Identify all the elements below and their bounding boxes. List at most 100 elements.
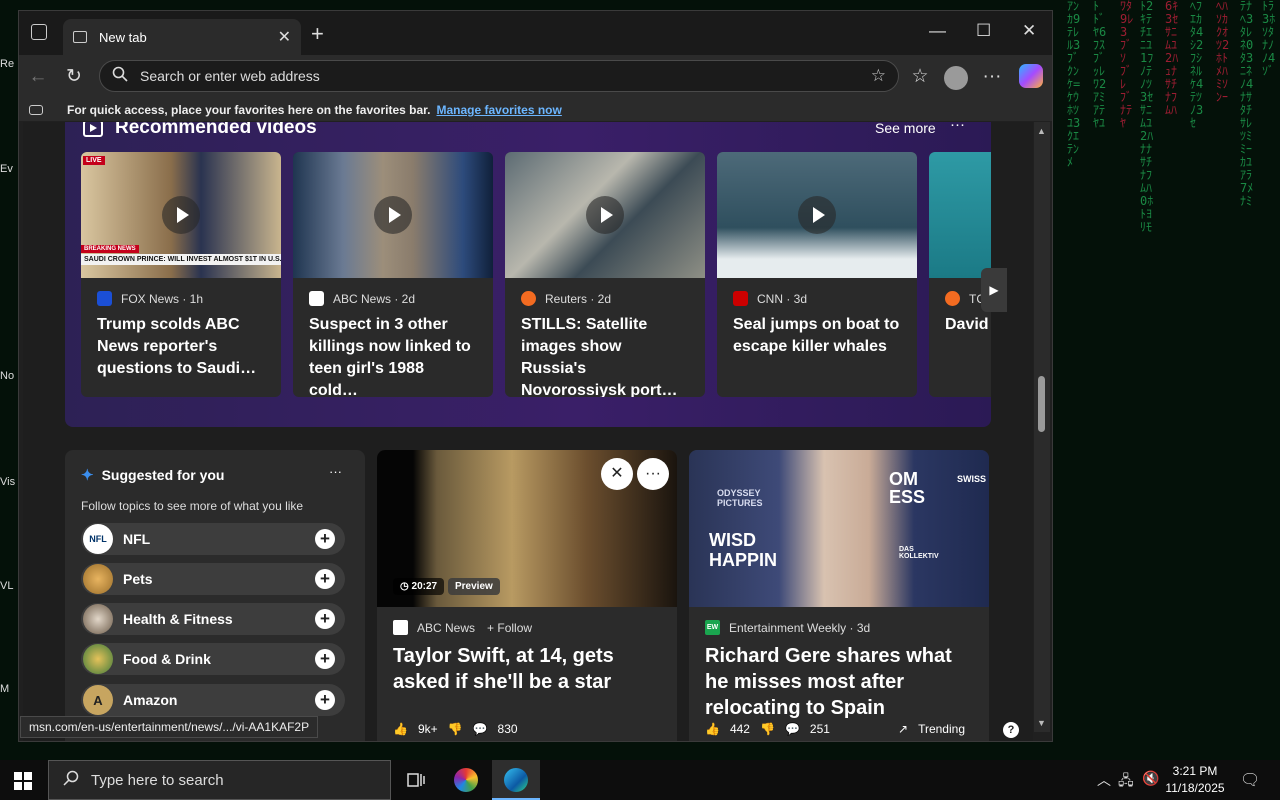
copilot-icon[interactable] — [1019, 64, 1043, 88]
food-icon — [83, 644, 113, 674]
play-icon[interactable] — [162, 196, 200, 234]
video-card[interactable]: ABC News · 2d Suspect in 3 other killing… — [293, 152, 493, 397]
article-image: ODYSSEY PICTURES WISD HAPPIN OM ESS SWIS… — [689, 450, 989, 607]
windows-start-icon[interactable] — [14, 772, 32, 790]
follow-plus-button[interactable]: + — [315, 529, 335, 549]
news-card[interactable]: ODYSSEY PICTURES WISD HAPPIN OM ESS SWIS… — [689, 450, 989, 741]
topic-food-drink[interactable]: Food & Drink + — [81, 643, 345, 675]
volume-muted-icon[interactable]: 🔇 — [1142, 770, 1159, 787]
video-card[interactable]: Reuters · 2d STILLS: Satellite images sh… — [505, 152, 705, 397]
more-options-icon[interactable]: ··· — [637, 458, 669, 490]
color-app-icon[interactable] — [454, 768, 478, 792]
topic-pets[interactable]: Pets + — [81, 563, 345, 595]
article-headline[interactable]: Taylor Swift, at 14, gets asked if she'l… — [377, 635, 677, 695]
preview-chip: Preview — [448, 578, 500, 595]
video-thumbnail — [293, 152, 493, 278]
manage-favorites-link[interactable]: Manage favorites now — [436, 103, 561, 117]
comment-icon[interactable]: 💬 — [785, 722, 800, 736]
matrix-rain: ﾍﾌｴｶﾀ4ｼ2ﾌｼﾈﾙｹ4ﾃﾂﾉ3ｾ — [1190, 0, 1204, 130]
see-more-link[interactable]: See more — [875, 122, 936, 136]
close-tab-icon[interactable]: ✕ — [278, 27, 291, 47]
play-icon[interactable] — [374, 196, 412, 234]
favorites-icon[interactable]: ☆ — [907, 64, 933, 90]
comment-icon[interactable]: 💬 — [473, 722, 488, 736]
fitness-icon — [83, 604, 113, 634]
dismiss-icon[interactable]: ✕ — [601, 458, 633, 490]
edge-taskbar-button[interactable] — [492, 760, 540, 800]
new-tab-button[interactable]: + — [311, 21, 324, 47]
dislike-icon[interactable]: 👎 — [448, 722, 463, 736]
help-icon[interactable]: ? — [1003, 722, 1019, 738]
follow-plus-button[interactable]: + — [315, 690, 335, 710]
like-icon[interactable]: 👍 — [393, 722, 408, 736]
play-icon[interactable] — [586, 196, 624, 234]
follow-button[interactable]: + Follow — [487, 621, 532, 635]
topic-health-fitness[interactable]: Health & Fitness + — [81, 603, 345, 635]
clock-date: 11/18/2025 — [1165, 781, 1225, 795]
scroll-up-icon[interactable]: ▲ — [1037, 126, 1046, 136]
live-badge: LIVE — [83, 156, 105, 165]
breaking-news-banner: BREAKING NEWS — [81, 245, 139, 253]
maximize-icon[interactable]: ☐ — [976, 21, 991, 41]
like-icon[interactable]: 👍 — [705, 722, 720, 736]
topic-nfl[interactable]: NFL NFL + — [81, 523, 345, 555]
video-card[interactable]: LIVE BREAKING NEWS SAUDI CROWN PRINCE: W… — [81, 152, 281, 397]
play-icon[interactable] — [798, 196, 836, 234]
follow-plus-button[interactable]: + — [315, 569, 335, 589]
article-source: Entertainment Weekly · 3d — [729, 620, 871, 635]
search-icon — [63, 770, 79, 791]
source-logo — [945, 291, 960, 306]
tab-strip: New tab ✕ + — ☐ ✕ — [19, 11, 1052, 55]
video-card[interactable]: CNN · 3d Seal jumps on boat to escape ki… — [717, 152, 917, 397]
tab-actions-icon[interactable] — [31, 24, 47, 40]
article-actions: 👍 9k+ 👎 💬 830 — [393, 722, 528, 736]
pets-icon — [83, 564, 113, 594]
more-options-icon[interactable]: ··· — [329, 464, 342, 479]
edge-icon — [504, 768, 528, 792]
video-headline[interactable]: David Why 'I Canno — [929, 306, 991, 336]
video-headline[interactable]: Suspect in 3 other killings now linked t… — [293, 306, 493, 397]
video-headline[interactable]: Trump scolds ABC News reporter's questio… — [81, 306, 281, 380]
favorite-star-icon[interactable]: ☆ — [871, 66, 886, 86]
address-bar[interactable]: Search or enter web address ☆ — [99, 60, 899, 92]
video-source: CNN · 3d — [757, 291, 808, 306]
article-headline[interactable]: Richard Gere shares what he misses most … — [689, 635, 989, 721]
matrix-rain: ﾄ2ｷﾃﾁｴﾆﾕ1ﾌﾉﾃﾉﾂ3ｾｻﾆﾑﾕ2ﾊﾅﾅｻﾁﾅﾌﾑﾊ0ﾎﾄﾖﾘﾓ — [1140, 0, 1154, 234]
more-options-icon[interactable]: ··· — [950, 122, 965, 133]
nfl-logo-icon: NFL — [83, 524, 113, 554]
video-headline[interactable]: Seal jumps on boat to escape killer whal… — [717, 306, 917, 358]
system-clock[interactable]: 3:21 PM 11/18/2025 — [1160, 763, 1230, 797]
dislike-icon[interactable]: 👎 — [760, 722, 775, 736]
close-window-icon[interactable]: ✕ — [1022, 21, 1036, 41]
tab-new-tab[interactable]: New tab ✕ — [63, 19, 301, 55]
trending-icon: ↗ — [898, 722, 909, 736]
status-url: msn.com/en-us/entertainment/news/.../vi-… — [20, 716, 319, 738]
profile-avatar[interactable] — [944, 66, 968, 90]
topic-amazon[interactable]: A Amazon + — [81, 684, 345, 716]
follow-plus-button[interactable]: + — [315, 609, 335, 629]
more-options-icon[interactable]: ··· — [979, 64, 1005, 90]
task-view-icon[interactable] — [405, 768, 429, 792]
taskbar: Type here to search ︿ 🖧 🔇 3:21 PM 11/18/… — [0, 760, 1280, 800]
scroll-down-icon[interactable]: ▼ — [1037, 718, 1046, 728]
video-headline[interactable]: STILLS: Satellite images show Russia's N… — [505, 306, 705, 397]
page-scrollbar[interactable]: ▲ ▼ — [1034, 122, 1050, 732]
video-source: FOX News · 1h — [121, 291, 204, 306]
minimize-icon[interactable]: — — [929, 21, 946, 41]
follow-plus-button[interactable]: + — [315, 649, 335, 669]
like-count: 442 — [729, 722, 750, 736]
refresh-icon[interactable]: ↻ — [61, 64, 87, 90]
taskbar-search[interactable]: Type here to search — [48, 760, 391, 800]
notifications-icon[interactable]: 🗨 — [1240, 770, 1260, 790]
favorites-bar: For quick access, place your favorites h… — [19, 99, 1052, 121]
page-icon — [73, 31, 87, 43]
page-content: Recommended videos See more ··· LIVE BRE… — [23, 122, 1033, 741]
scroll-thumb[interactable] — [1038, 376, 1045, 432]
network-icon[interactable]: 🖧 — [1118, 770, 1134, 794]
like-count: 9k+ — [417, 722, 438, 736]
back-icon[interactable]: ← — [25, 64, 51, 90]
next-arrow-icon[interactable]: ▶ — [981, 268, 1007, 312]
show-hidden-icons[interactable]: ︿ — [1097, 770, 1111, 790]
news-card[interactable]: ✕ ··· ◷ 20:27 Preview ABC News + Follow … — [377, 450, 677, 741]
matrix-rain: ﾍﾊｿｶｸｵﾂ2ﾎﾄﾒﾊﾐｿﾝｰ — [1216, 0, 1230, 104]
